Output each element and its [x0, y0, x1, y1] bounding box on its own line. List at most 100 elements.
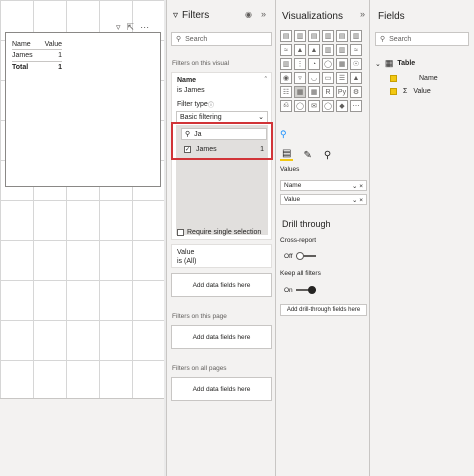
table-total-row: Total 1 [12, 61, 62, 72]
values-well-item[interactable]: Value ⌄ × [280, 194, 367, 205]
well-item-label: Name [284, 182, 302, 189]
waterfall-chart-icon[interactable]: ▥ [280, 58, 292, 70]
toggle-state: Off [284, 252, 293, 260]
slicer-icon[interactable]: ☷ [280, 86, 292, 98]
matrix-icon[interactable]: ▦ [308, 86, 320, 98]
filled-map-icon[interactable]: ◉ [280, 72, 292, 84]
filter-card-field: Name [177, 77, 197, 84]
pie-chart-icon[interactable]: ◔ [308, 58, 320, 70]
add-data-fields-visual[interactable]: Add data fields here [171, 273, 272, 297]
map-icon[interactable]: ☉ [350, 58, 362, 70]
table-cell: 1 [58, 63, 62, 71]
area-chart-icon[interactable]: ▲ [294, 44, 306, 56]
field-table-item[interactable]: ⌄ ▦ Table [375, 58, 415, 69]
search-icon: ⚲ [176, 36, 182, 43]
column-header[interactable]: Name [12, 41, 40, 48]
collapse-pane-icon[interactable]: » [261, 9, 266, 19]
gauge-icon[interactable]: ◡ [308, 72, 320, 84]
chevron-down-close-icon[interactable]: ⌄ × [352, 182, 363, 190]
field-item[interactable]: Name [390, 75, 438, 82]
multi-row-card-icon[interactable]: ☰ [336, 72, 348, 84]
add-drill-through-fields[interactable]: Add drill-through fields here [280, 304, 367, 316]
filter-icon: ▿ [173, 10, 179, 21]
filter-type-value: Basic filtering [180, 113, 222, 121]
scatter-chart-icon[interactable]: ⋮ [294, 58, 306, 70]
power-apps-icon[interactable]: ◆ [336, 100, 348, 112]
checkbox-checked-icon[interactable] [390, 75, 397, 82]
toggle-switch[interactable] [295, 252, 316, 260]
donut-chart-icon[interactable]: ◯ [322, 58, 334, 70]
fields-search-input[interactable]: ⚲ Search [375, 32, 469, 46]
info-icon: ⓘ [208, 103, 215, 109]
require-single-label: Require single selection [187, 229, 262, 236]
decomposition-tree-icon[interactable]: ⎌ [280, 100, 292, 112]
r-visual-icon[interactable]: R [322, 86, 334, 98]
table-name: Table [397, 60, 416, 67]
filter-type-label: Filter type [177, 101, 208, 108]
filter-card-field: Value [177, 249, 195, 256]
get-more-visuals-icon[interactable]: ⋯ [350, 100, 362, 112]
line-stacked-column-icon[interactable]: ▥ [336, 44, 348, 56]
stacked-area-chart-icon[interactable]: ▲ [308, 44, 320, 56]
smart-narrative-icon[interactable]: ✉ [308, 100, 320, 112]
line-clustered-column-icon[interactable]: ▥ [322, 44, 334, 56]
table-cell: 1 [58, 52, 62, 59]
collapse-pane-icon[interactable]: » [360, 9, 365, 19]
qa-icon[interactable]: ◯ [294, 100, 306, 112]
arcgis-map-icon[interactable]: ◯ [322, 100, 334, 112]
funnel-icon[interactable]: ▿ [294, 72, 306, 84]
table-visual[interactable]: Name Value James 1 Total 1 [5, 32, 161, 187]
stacked-bar-chart-icon[interactable]: ▤ [280, 30, 292, 42]
section-label-page: Filters on this page [172, 313, 227, 320]
chevron-down-icon[interactable]: ⌄ [375, 60, 381, 68]
highlight-box [171, 122, 273, 160]
keep-filters-toggle[interactable]: On [284, 286, 316, 294]
field-item[interactable]: Σ Value [390, 88, 431, 95]
filters-title: Filters [182, 10, 210, 21]
chevron-down-close-icon[interactable]: ⌄ × [352, 196, 363, 204]
100-stacked-column-chart-icon[interactable]: ▥ [350, 30, 362, 42]
visualizations-pane: Visualizations » ▤ ▥ ▤ ▥ ▤ ▥ ≈ ▲ ▲ ▥ ▥ ≈… [276, 0, 370, 476]
kpi-icon[interactable]: ▲ [350, 72, 362, 84]
checkbox-checked-icon[interactable] [390, 88, 397, 95]
keep-filters-label: Keep all filters [280, 270, 321, 277]
table-icon[interactable]: ▦ [294, 86, 306, 98]
stacked-column-chart-icon[interactable]: ▥ [294, 30, 306, 42]
python-visual-icon[interactable]: Py [336, 86, 348, 98]
filters-pane: ▿ Filters ◉ » ⚲ Search Filters on this v… [166, 0, 276, 476]
require-single-selection[interactable]: Require single selection [177, 229, 261, 236]
card-icon[interactable]: ▭ [322, 72, 334, 84]
search-visual-icon[interactable]: ⚲ [280, 129, 287, 140]
values-label: Values [280, 166, 300, 173]
fields-pane: Fields ⚲ Search ⌄ ▦ Table Name Σ Value [370, 0, 474, 476]
filters-search-input[interactable]: ⚲ Search [171, 32, 272, 46]
column-header[interactable]: Value [40, 41, 62, 48]
treemap-icon[interactable]: ▦ [336, 58, 348, 70]
chevron-up-icon[interactable]: ˆ [265, 77, 267, 84]
cross-report-toggle[interactable]: Off [284, 252, 316, 260]
clustered-column-chart-icon[interactable]: ▥ [322, 30, 334, 42]
100-stacked-bar-chart-icon[interactable]: ▤ [336, 30, 348, 42]
key-influencers-icon[interactable]: ⚙ [350, 86, 362, 98]
add-data-fields-all[interactable]: Add data fields here [171, 377, 272, 401]
canvas-footer [0, 398, 164, 476]
values-well-item[interactable]: Name ⌄ × [280, 180, 367, 191]
filter-card-value[interactable]: Value is (All) [171, 244, 272, 268]
format-tab-icon[interactable]: ✎ [301, 150, 313, 161]
visualizations-title: Visualizations [282, 11, 343, 22]
add-data-fields-page[interactable]: Add data fields here [171, 325, 272, 349]
drill-through-title: Drill through [282, 219, 331, 229]
table-row: James 1 [12, 50, 62, 61]
report-canvas[interactable]: ▿ ⇱ ⋯ Name Value James 1 Total 1 [0, 0, 166, 476]
search-placeholder: Search [389, 35, 412, 43]
eye-icon[interactable]: ◉ [245, 10, 252, 19]
fields-tab-icon[interactable]: ▤ [280, 148, 294, 161]
clustered-bar-chart-icon[interactable]: ▤ [308, 30, 320, 42]
checkbox-icon[interactable] [177, 229, 184, 236]
analytics-tab-icon[interactable]: ⚲ [322, 150, 333, 161]
toggle-switch[interactable] [295, 286, 316, 294]
line-chart-icon[interactable]: ≈ [280, 44, 292, 56]
field-label: Value [413, 88, 431, 95]
table-icon: ▦ [384, 58, 394, 68]
ribbon-chart-icon[interactable]: ≈ [350, 44, 362, 56]
